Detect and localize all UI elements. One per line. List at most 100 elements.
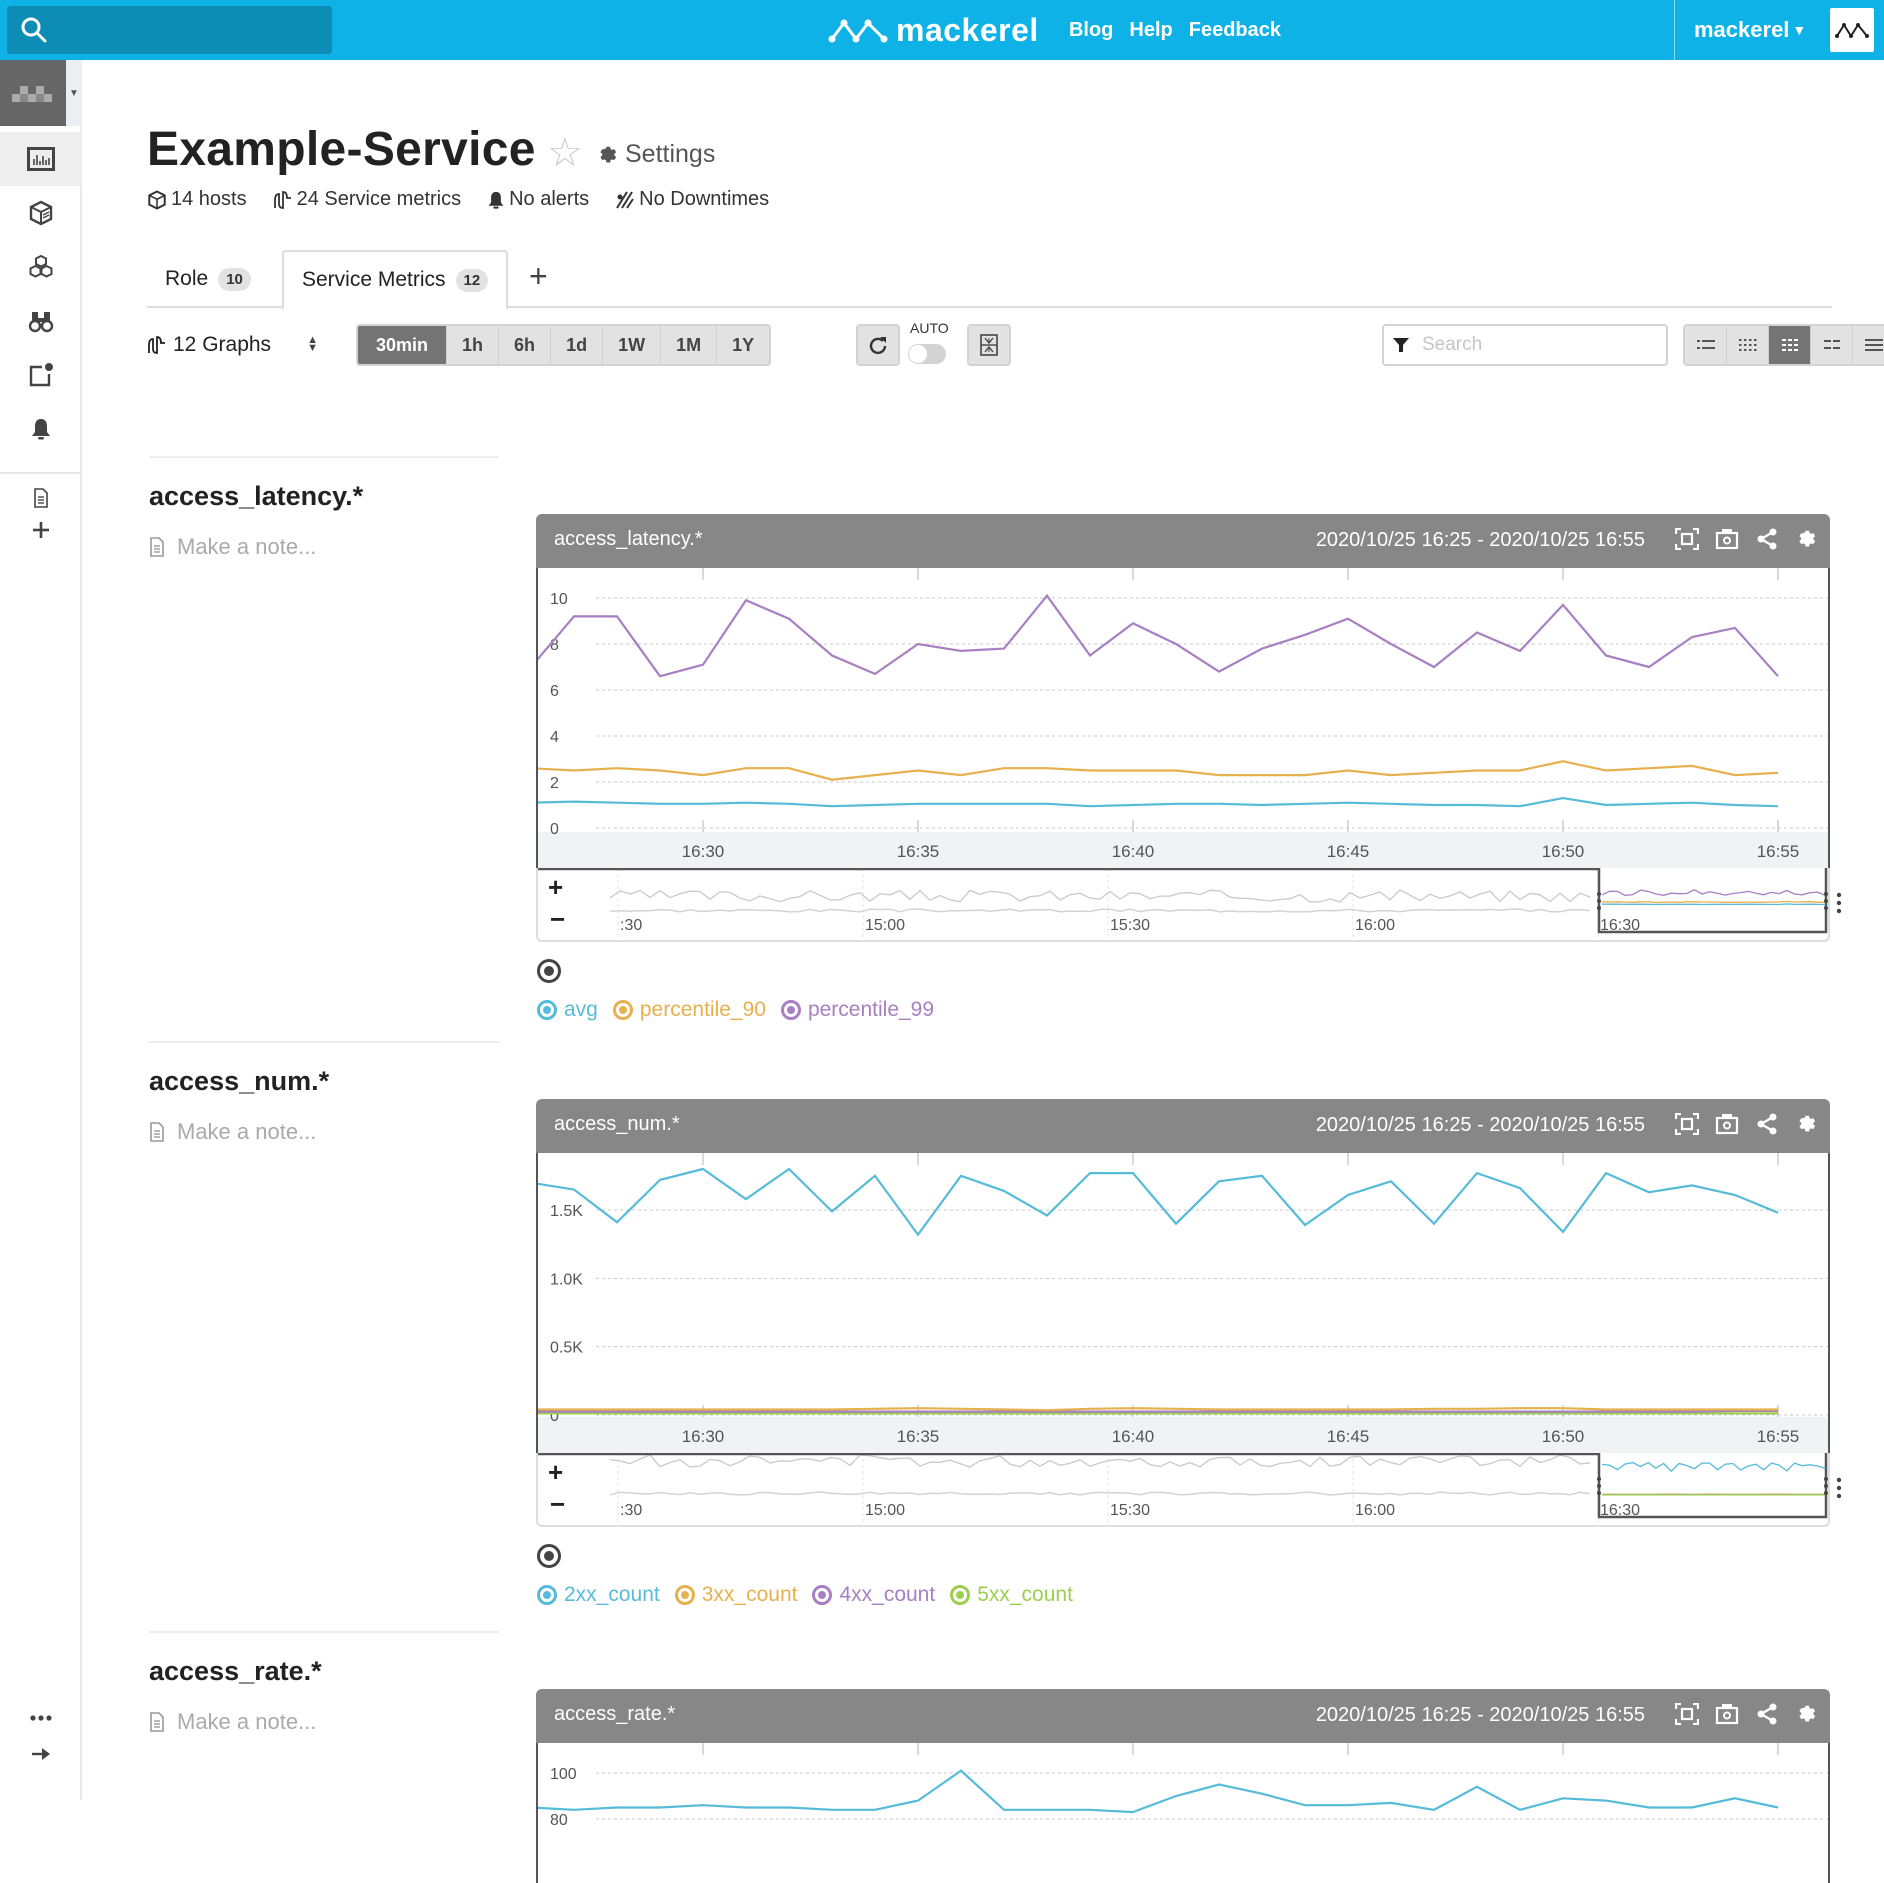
sidebar-add-button[interactable]: [0, 512, 82, 548]
downtimes-link[interactable]: No Downtimes: [615, 188, 769, 211]
snapshot-button[interactable]: [1714, 526, 1740, 552]
blog-link[interactable]: Blog: [1069, 19, 1113, 42]
graph-plot-area[interactable]: 80100: [536, 1743, 1830, 1883]
service-meta: 14 hosts 24 Service metrics No alerts No…: [147, 188, 769, 211]
graph-filter-input[interactable]: [1422, 334, 1642, 356]
layout-grid-medium-button[interactable]: [1769, 326, 1811, 364]
range-button-6h[interactable]: 6h: [499, 326, 551, 364]
graph-title[interactable]: access_latency.*: [554, 528, 703, 551]
graphs-select[interactable]: 12 Graphs ▲▼: [147, 322, 318, 368]
org-logo-icon: [0, 60, 66, 126]
y-tick-label: 4: [550, 729, 559, 746]
navigator-chart[interactable]: :3015:0015:3016:0016:30: [538, 868, 1828, 942]
graph-filter-field[interactable]: [1382, 324, 1668, 366]
sidebar-more-button[interactable]: [0, 1700, 82, 1736]
expand-graph-button[interactable]: [1674, 1701, 1700, 1727]
legend-item[interactable]: percentile_90: [612, 998, 766, 1022]
navigator-drag-handle[interactable]: [1824, 1477, 1828, 1495]
grid-medium-icon: [1782, 338, 1798, 352]
service-metrics-link[interactable]: 24 Service metrics: [273, 188, 462, 211]
org-switcher[interactable]: [0, 60, 66, 126]
sidebar-item-services[interactable]: [0, 240, 82, 294]
legend-toggle-all-button[interactable]: [536, 1543, 562, 1569]
navigator-drag-handle[interactable]: [1597, 892, 1601, 910]
graph-plot-area[interactable]: 024681016:3016:3516:4016:4516:5016:55: [536, 568, 1830, 868]
feedback-link[interactable]: Feedback: [1189, 19, 1281, 42]
graph-plot-area[interactable]: 00.5K1.0K1.5K16:3016:3516:4016:4516:5016…: [536, 1153, 1830, 1453]
org-switch-caret-icon[interactable]: ▼: [66, 60, 82, 126]
graph-title[interactable]: access_num.*: [554, 1113, 680, 1136]
sidebar-expand-button[interactable]: [0, 1736, 82, 1772]
brand-logo[interactable]: mackerel: [828, 10, 1039, 50]
layout-list-button[interactable]: [1685, 326, 1727, 364]
add-tab-button[interactable]: +: [529, 258, 548, 295]
snapshot-button[interactable]: [1714, 1701, 1740, 1727]
legend-item[interactable]: 2xx_count: [536, 1583, 660, 1607]
legend-toggle-all-button[interactable]: [536, 958, 562, 984]
refresh-button[interactable]: [856, 324, 900, 366]
tab-role-count: 10: [218, 268, 251, 291]
expand-graph-button[interactable]: [1674, 1111, 1700, 1137]
sidebar-item-dashboard[interactable]: [0, 132, 82, 186]
sync-range-button[interactable]: [967, 324, 1011, 366]
legend-label: 3xx_count: [702, 1583, 798, 1607]
range-button-1h[interactable]: 1h: [447, 326, 499, 364]
auto-refresh-toggle[interactable]: [908, 344, 946, 364]
services-icon: [28, 254, 54, 280]
org-menu[interactable]: mackerel▼: [1694, 0, 1806, 60]
x-tick-label: 16:55: [1757, 1427, 1800, 1446]
tab-role[interactable]: Role 10: [147, 250, 269, 308]
layout-full-button[interactable]: [1853, 326, 1884, 364]
legend-label: 5xx_count: [977, 1583, 1073, 1607]
range-button-1w[interactable]: 1W: [603, 326, 661, 364]
graph-settings-button[interactable]: [1794, 1701, 1820, 1727]
navigator-drag-handle[interactable]: [1597, 1477, 1601, 1495]
user-avatar[interactable]: [1830, 8, 1874, 52]
tab-service-metrics[interactable]: Service Metrics 12: [282, 250, 508, 310]
range-button-1y[interactable]: 1Y: [717, 326, 769, 364]
legend-item[interactable]: 3xx_count: [674, 1583, 798, 1607]
make-note-field[interactable]: Make a note...: [149, 1119, 316, 1145]
alerts-link[interactable]: No alerts: [487, 188, 589, 211]
range-button-30min[interactable]: 30min: [358, 326, 447, 364]
make-note-field[interactable]: Make a note...: [149, 534, 316, 560]
range-button-1m[interactable]: 1M: [661, 326, 717, 364]
help-link[interactable]: Help: [1129, 19, 1172, 42]
sidebar-item-document[interactable]: [0, 480, 82, 516]
sidebar-item-monitors[interactable]: [0, 294, 82, 348]
share-button[interactable]: [1754, 1111, 1780, 1137]
graph-settings-button[interactable]: [1794, 1111, 1820, 1137]
favorite-star-icon[interactable]: ☆: [547, 130, 583, 176]
legend-item[interactable]: 4xx_count: [811, 1583, 935, 1607]
global-search-input[interactable]: [7, 6, 332, 54]
layout-grid-small-button[interactable]: [1727, 326, 1769, 364]
legend-item[interactable]: 5xx_count: [949, 1583, 1073, 1607]
layout-grid-large-button[interactable]: [1811, 326, 1853, 364]
graph-settings-button[interactable]: [1794, 526, 1820, 552]
snapshot-button[interactable]: [1714, 1111, 1740, 1137]
expand-icon: [1675, 528, 1699, 550]
sidebar-item-hosts[interactable]: [0, 186, 82, 240]
hosts-count-link[interactable]: 14 hosts: [147, 188, 247, 211]
navigator-series-line: [1602, 904, 1825, 905]
navigator-resize-handle[interactable]: [1836, 890, 1842, 916]
range-button-1d[interactable]: 1d: [551, 326, 603, 364]
settings-link[interactable]: Settings: [597, 140, 715, 169]
navigator-chart[interactable]: :3015:0015:3016:0016:30: [538, 1453, 1828, 1527]
navigator-series-line: [1602, 890, 1825, 896]
graph-title[interactable]: access_rate.*: [554, 1703, 675, 1726]
legend-item[interactable]: avg: [536, 998, 598, 1022]
gear-icon: [597, 144, 619, 166]
share-button[interactable]: [1754, 1701, 1780, 1727]
sidebar-item-alerts[interactable]: [0, 402, 82, 456]
y-tick-label: 1.0K: [550, 1271, 583, 1288]
plus-icon: [32, 521, 50, 539]
make-note-field[interactable]: Make a note...: [149, 1709, 316, 1735]
share-button[interactable]: [1754, 526, 1780, 552]
expand-graph-button[interactable]: [1674, 526, 1700, 552]
legend-item[interactable]: percentile_99: [780, 998, 934, 1022]
legend-label: percentile_90: [640, 998, 766, 1022]
navigator-resize-handle[interactable]: [1836, 1475, 1842, 1501]
navigator-drag-handle[interactable]: [1824, 892, 1828, 910]
sidebar-item-notifications[interactable]: [0, 348, 82, 402]
